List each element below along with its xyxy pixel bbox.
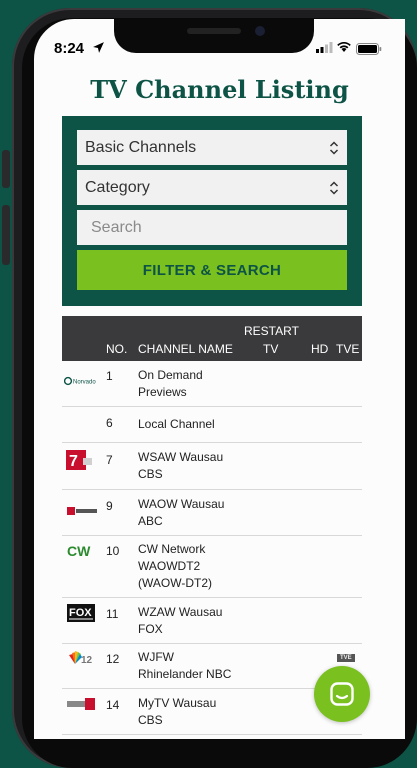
channel-number: 6 bbox=[106, 416, 113, 430]
page-title: TV Channel Listing bbox=[90, 75, 349, 104]
select-updown-icon bbox=[329, 141, 339, 155]
category-value: Category bbox=[85, 179, 150, 196]
mytv-logo bbox=[67, 698, 97, 713]
location-arrow-icon bbox=[93, 42, 104, 53]
header-hd: HD bbox=[311, 342, 329, 356]
fox-logo: FOX bbox=[67, 604, 95, 625]
table-row[interactable]: 7 7 WSAW Wausau CBS bbox=[62, 443, 362, 490]
channel-name: WZAW Wausau FOX bbox=[138, 604, 243, 638]
app-screen: 8:24 TV Channel Listing Basic Channels C… bbox=[34, 19, 405, 739]
filter-panel: Basic Channels Category FILTER & SEARCH bbox=[62, 116, 362, 306]
channel-name-line: On Demand bbox=[138, 368, 203, 382]
wifi-icon bbox=[337, 41, 351, 52]
channel-name: CW Network WAOWDT2 (WAOW-DT2) bbox=[138, 541, 243, 592]
front-camera bbox=[255, 26, 265, 36]
norvado-logo-text: Norvado bbox=[73, 380, 96, 386]
channel-name-line: Previews bbox=[138, 385, 187, 399]
fox-logo-text: FOX bbox=[69, 607, 92, 619]
header-tve: TVE bbox=[336, 342, 360, 356]
nbc-logo-text: 12 bbox=[81, 655, 93, 666]
nbc-12-logo: 12 bbox=[67, 650, 95, 669]
channel-name: WSAW Wausau CBS bbox=[138, 449, 243, 483]
header-restart: RESTART bbox=[244, 324, 299, 338]
table-row[interactable]: 9 WAOW Wausau ABC bbox=[62, 490, 362, 536]
wsaw-7-logo: 7 bbox=[66, 450, 92, 473]
channel-name-line: WAOW Wausau bbox=[138, 497, 225, 511]
channel-number: 11 bbox=[106, 607, 119, 621]
channel-number: 12 bbox=[106, 652, 120, 666]
header-channel-name: CHANNEL NAME bbox=[138, 342, 233, 356]
cellular-signal-icon bbox=[316, 42, 333, 53]
channel-name-line: WSAW Wausau bbox=[138, 450, 224, 464]
channel-number: 9 bbox=[106, 499, 113, 513]
channel-package-value: Basic Channels bbox=[85, 139, 197, 156]
table-row[interactable]: 6 Local Channel bbox=[62, 407, 362, 443]
table-row[interactable]: FOX 11 WZAW Wausau FOX bbox=[62, 598, 362, 644]
table-row[interactable]: Norvado 1 On Demand Previews bbox=[62, 361, 362, 407]
channel-number: 14 bbox=[106, 698, 120, 712]
channel-number: 7 bbox=[106, 453, 113, 467]
search-input[interactable] bbox=[77, 210, 347, 245]
header-restart-tv: TV bbox=[263, 342, 279, 356]
category-select[interactable]: Category bbox=[77, 170, 347, 205]
channel-name-line: WAOWDT2 bbox=[138, 559, 201, 573]
cw-logo: CW bbox=[67, 543, 97, 561]
chat-button[interactable] bbox=[314, 666, 370, 722]
channel-name-line: FOX bbox=[138, 622, 163, 636]
channel-name-line: MyTV Wausau bbox=[138, 696, 217, 710]
channel-name-line: WJFW bbox=[138, 650, 174, 664]
channel-name: On Demand Previews bbox=[138, 367, 243, 401]
channel-name: MyTV Wausau CBS bbox=[138, 695, 243, 729]
channel-number: 10 bbox=[106, 544, 120, 558]
channel-name-line: Rhinelander NBC bbox=[138, 667, 232, 681]
channel-name-line: CW Network bbox=[138, 542, 206, 556]
cw-logo-text: CW bbox=[67, 544, 91, 558]
channel-name: Local Channel bbox=[138, 416, 243, 433]
channel-name-line: Local Channel bbox=[138, 417, 215, 431]
channel-name-line: ABC bbox=[138, 514, 163, 528]
header-no: NO. bbox=[106, 342, 128, 356]
waow-9-logo bbox=[67, 505, 97, 519]
chat-bubble-icon bbox=[330, 682, 354, 706]
battery-icon bbox=[356, 43, 382, 55]
channel-table: NO. CHANNEL NAME RESTART TV HD TVE Norva… bbox=[62, 316, 362, 735]
filter-search-button[interactable]: FILTER & SEARCH bbox=[77, 250, 347, 290]
channel-package-select[interactable]: Basic Channels bbox=[77, 130, 347, 165]
select-updown-icon bbox=[329, 181, 339, 195]
notch bbox=[114, 19, 314, 53]
status-time: 8:24 bbox=[54, 40, 85, 57]
norvado-logo: Norvado bbox=[63, 375, 98, 389]
mute-switch bbox=[2, 150, 10, 188]
status-bar: 8:24 bbox=[34, 19, 405, 67]
channel-name-line: CBS bbox=[138, 467, 163, 481]
channel-number: 1 bbox=[106, 369, 113, 383]
tve-badge: TVE bbox=[337, 654, 355, 662]
volume-up-button bbox=[2, 205, 10, 265]
table-row[interactable]: CW 10 CW Network WAOWDT2 (WAOW-DT2) bbox=[62, 536, 362, 598]
wsaw-logo-text: 7 bbox=[69, 453, 78, 470]
channel-name-line: (WAOW-DT2) bbox=[138, 576, 212, 590]
channel-name: WAOW Wausau ABC bbox=[138, 496, 243, 530]
channel-name-line: WZAW Wausau bbox=[138, 605, 223, 619]
table-header: NO. CHANNEL NAME RESTART TV HD TVE bbox=[62, 316, 362, 361]
channel-name: WJFW Rhinelander NBC bbox=[138, 649, 243, 683]
speaker-grille bbox=[187, 28, 241, 34]
channel-name-line: CBS bbox=[138, 713, 163, 727]
